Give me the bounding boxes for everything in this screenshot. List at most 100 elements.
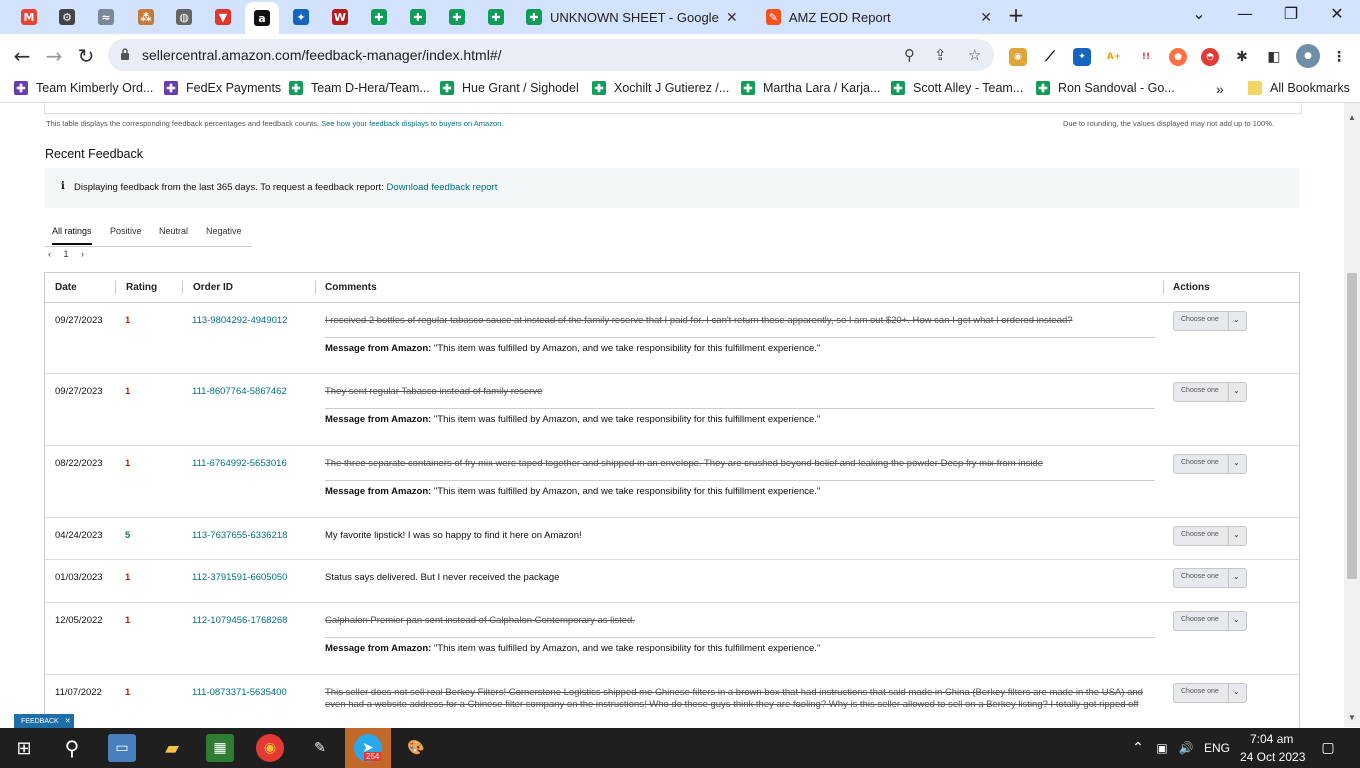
close-icon[interactable]: ✕ — [980, 9, 992, 26]
action-select[interactable]: Choose one ⌄ — [1173, 526, 1247, 546]
url-text: sellercentral.amazon.com/feedback-manage… — [142, 47, 502, 63]
browser-tab[interactable]: ⁂ — [129, 4, 163, 30]
chrome-icon[interactable]: ◉ — [256, 734, 284, 762]
feedback-widget-tab[interactable]: FEEDBACK ✕ — [14, 714, 74, 728]
scroll-thumb[interactable] — [1347, 273, 1357, 579]
address-bar[interactable]: sellercentral.amazon.com/feedback-manage… — [108, 39, 994, 71]
order-id-link[interactable]: 112-3791591-6605050 — [192, 572, 287, 583]
bookmark-item[interactable]: ✚ Xochilt J Gutierez /... — [592, 81, 729, 95]
scroll-up-icon[interactable]: ▲ — [1348, 113, 1356, 122]
browser-tab[interactable]: ✚ — [362, 4, 396, 30]
paint-icon[interactable]: 🎨 — [402, 734, 430, 762]
order-id-link[interactable]: 113-7637655-6336218 — [192, 530, 287, 541]
helium10-extension-icon[interactable]: ✦ — [1073, 48, 1091, 66]
browser-tab[interactable]: ✚ — [479, 4, 513, 30]
close-icon[interactable]: ✕ — [65, 717, 71, 725]
zoom-icon[interactable]: ⚲ — [904, 46, 915, 64]
restore-icon[interactable]: ❐ — [1276, 4, 1306, 23]
bookmark-star-icon[interactable]: ☆ — [968, 46, 981, 64]
tab-unknown-sheet[interactable]: ✚ UNKNOWN SHEET - Google She ✕ — [526, 4, 752, 30]
bookmark-item[interactable]: ✚ Team Kimberly Ord... — [14, 81, 153, 95]
feedback-display-link[interactable]: See how your feedback displays to buyers… — [321, 119, 503, 128]
share-icon[interactable]: ⇪ — [934, 46, 947, 64]
all-bookmarks-folder[interactable]: All Bookmarks — [1248, 81, 1350, 95]
calculator-icon[interactable]: ▦ — [206, 734, 234, 762]
bookmark-item[interactable]: ✚ Ron Sandoval - Go... — [1036, 81, 1175, 95]
browser-tab[interactable]: M — [12, 4, 46, 30]
reload-icon[interactable]: ↻ — [72, 42, 100, 70]
order-id-link[interactable]: 111-8607764-5867462 — [192, 386, 287, 397]
order-id-link[interactable]: 111-6764992-5653016 — [192, 458, 287, 469]
tab-all-ratings[interactable]: All ratings — [52, 226, 92, 245]
bookmark-item[interactable]: ✚ FedEx Payments — [164, 81, 281, 95]
volume-icon[interactable]: 🔊 — [1172, 734, 1200, 762]
action-select[interactable]: Choose one ⌄ — [1173, 454, 1247, 474]
action-select[interactable]: Choose one ⌄ — [1173, 683, 1247, 703]
extension-icon[interactable]: ⟋ — [1041, 48, 1059, 66]
close-window-icon[interactable]: ✕ — [1322, 4, 1352, 23]
browser-tab[interactable]: ≈ — [89, 4, 123, 30]
tab-amz-eod-report[interactable]: ✎ AMZ EOD Report ✕ — [766, 4, 992, 30]
side-panel-icon[interactable]: ◧ — [1265, 48, 1283, 66]
tab-positive[interactable]: Positive — [110, 226, 142, 236]
comment-divider — [325, 480, 1155, 481]
browser-tab[interactable]: a — [245, 2, 279, 34]
next-page-icon[interactable]: › — [81, 249, 84, 259]
bookmark-item[interactable]: ✚ Scott Alley - Team... — [891, 81, 1023, 95]
action-select-label: Choose one — [1181, 616, 1219, 623]
profile-avatar[interactable]: ● — [1296, 44, 1320, 68]
browser-tab[interactable]: ✚ — [401, 4, 435, 30]
browser-tab[interactable]: ✦ — [284, 4, 318, 30]
more-bookmarks-icon[interactable]: » — [1216, 81, 1224, 97]
action-select[interactable]: Choose one ⌄ — [1173, 568, 1247, 588]
bookmark-item[interactable]: ✚ Hue Grant / Sighodel — [440, 81, 579, 95]
scroll-down-icon[interactable]: ▼ — [1348, 713, 1356, 722]
bookmark-item[interactable]: ✚ Martha Lara / Karja... — [741, 81, 880, 95]
download-feedback-report-link[interactable]: Download feedback report — [386, 182, 497, 193]
order-id-link[interactable]: 112-1079456-1768268 — [192, 615, 287, 626]
menu-kebab-icon[interactable]: ⋮ — [1330, 48, 1348, 66]
clock-date[interactable]: 24 Oct 2023 — [1240, 750, 1305, 764]
app-icon: ⁂ — [138, 9, 154, 25]
search-icon[interactable]: ⚲ — [58, 734, 86, 762]
clock-time[interactable]: 7:04 am — [1250, 732, 1293, 746]
tab-neutral[interactable]: Neutral — [159, 226, 188, 236]
action-select[interactable]: Choose one ⌄ — [1173, 611, 1247, 631]
new-tab-icon[interactable]: + — [1001, 3, 1031, 27]
extension-icon[interactable]: ◉ — [1009, 48, 1027, 66]
prev-page-icon[interactable]: ‹ — [48, 249, 51, 259]
browser-tab[interactable]: ▼ — [206, 4, 240, 30]
bookmark-item[interactable]: ✚ Team D-Hera/Team... — [289, 81, 430, 95]
sheets-icon: ✚ — [741, 81, 755, 95]
action-select[interactable]: Choose one ⌄ — [1173, 311, 1247, 331]
extension-icon[interactable]: ● — [1169, 48, 1187, 66]
file-explorer-icon[interactable]: ▰ — [158, 734, 186, 762]
tab-search-icon[interactable]: ⌄ — [1184, 4, 1214, 23]
browser-tab[interactable]: ◍ — [167, 4, 201, 30]
close-icon[interactable]: ✕ — [726, 9, 738, 26]
action-select[interactable]: Choose one ⌄ — [1173, 382, 1247, 402]
notifications-icon[interactable]: ▢ — [1314, 734, 1342, 762]
pokeball-extension-icon[interactable]: ◓ — [1201, 48, 1219, 66]
order-id-link[interactable]: 111-0873371-5635400 — [192, 687, 287, 698]
info-text: Displaying feedback from the last 365 da… — [74, 182, 384, 193]
extension-icon[interactable]: A+ — [1105, 48, 1123, 66]
page-scrollbar[interactable]: ▲ ▼ — [1344, 103, 1360, 727]
app-icon[interactable]: ✎ — [306, 734, 334, 762]
extensions-puzzle-icon[interactable]: ✱ — [1233, 48, 1251, 66]
language-indicator[interactable]: ENG — [1204, 741, 1230, 755]
browser-tab[interactable]: ⚙ — [50, 4, 84, 30]
browser-tab[interactable]: W — [323, 4, 357, 30]
alert-extension-icon[interactable]: !! — [1137, 48, 1155, 66]
table-row: 12/05/2022 1 112-1079456-1768268 Calphalon … — [45, 602, 1299, 675]
forward-icon[interactable]: → — [40, 42, 68, 70]
order-id-link[interactable]: 113-9804292-4949012 — [192, 315, 287, 326]
minimize-icon[interactable]: — — [1230, 4, 1260, 23]
page-number[interactable]: 1 — [64, 249, 69, 259]
back-icon[interactable]: ← — [8, 42, 36, 70]
browser-tab[interactable]: ✚ — [440, 4, 474, 30]
folder-icon — [1248, 81, 1262, 95]
windows-start-icon[interactable]: ⊞ — [10, 734, 38, 762]
computer-icon[interactable]: ▭ — [108, 734, 136, 762]
tab-negative[interactable]: Negative — [206, 226, 242, 236]
